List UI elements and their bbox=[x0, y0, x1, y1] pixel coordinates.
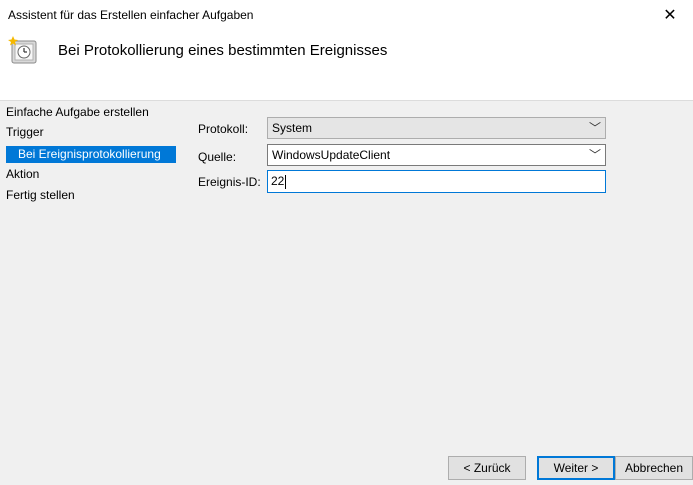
chevron-down-icon: ﹀ bbox=[588, 121, 601, 135]
sidebar-item-einfache-aufgabe[interactable]: Einfache Aufgabe erstellen bbox=[6, 104, 149, 121]
quelle-label: Quelle: bbox=[198, 150, 237, 164]
title-bar: Assistent für das Erstellen einfacher Au… bbox=[0, 0, 693, 30]
quelle-dropdown[interactable]: WindowsUpdateClient ﹀ bbox=[267, 144, 606, 166]
protokoll-dropdown[interactable]: System ﹀ bbox=[267, 117, 606, 139]
cancel-button[interactable]: Abbrechen bbox=[615, 456, 693, 480]
text-caret bbox=[285, 174, 287, 189]
protokoll-value: System bbox=[272, 121, 313, 135]
window-title: Assistent für das Erstellen einfacher Au… bbox=[8, 8, 254, 22]
wizard-window: Assistent für das Erstellen einfacher Au… bbox=[0, 0, 693, 485]
close-button[interactable]: ✕ bbox=[647, 0, 693, 30]
next-button[interactable]: Weiter > bbox=[537, 456, 615, 480]
close-icon: ✕ bbox=[663, 7, 677, 24]
chevron-down-icon: ﹀ bbox=[588, 148, 601, 162]
quelle-value: WindowsUpdateClient bbox=[272, 148, 391, 162]
page-title: Bei Protokollierung eines bestimmten Ere… bbox=[58, 42, 388, 59]
scheduled-task-clock-icon bbox=[8, 36, 37, 64]
sidebar-item-trigger[interactable]: Trigger bbox=[6, 124, 44, 141]
sidebar-item-fertig-stellen[interactable]: Fertig stellen bbox=[6, 187, 75, 204]
protokoll-label: Protokoll: bbox=[198, 122, 249, 136]
ereignis-id-value: 22 bbox=[271, 174, 285, 188]
sidebar-item-aktion[interactable]: Aktion bbox=[6, 166, 39, 183]
back-button[interactable]: < Zurück bbox=[448, 456, 526, 480]
ereignis-id-input[interactable]: 22 bbox=[267, 170, 606, 193]
sidebar-item-ereignisprotokollierung[interactable]: Bei Ereignisprotokollierung bbox=[6, 146, 176, 163]
ereignis-id-label: Ereignis-ID: bbox=[198, 175, 261, 189]
wizard-header: Bei Protokollierung eines bestimmten Ere… bbox=[0, 30, 693, 101]
